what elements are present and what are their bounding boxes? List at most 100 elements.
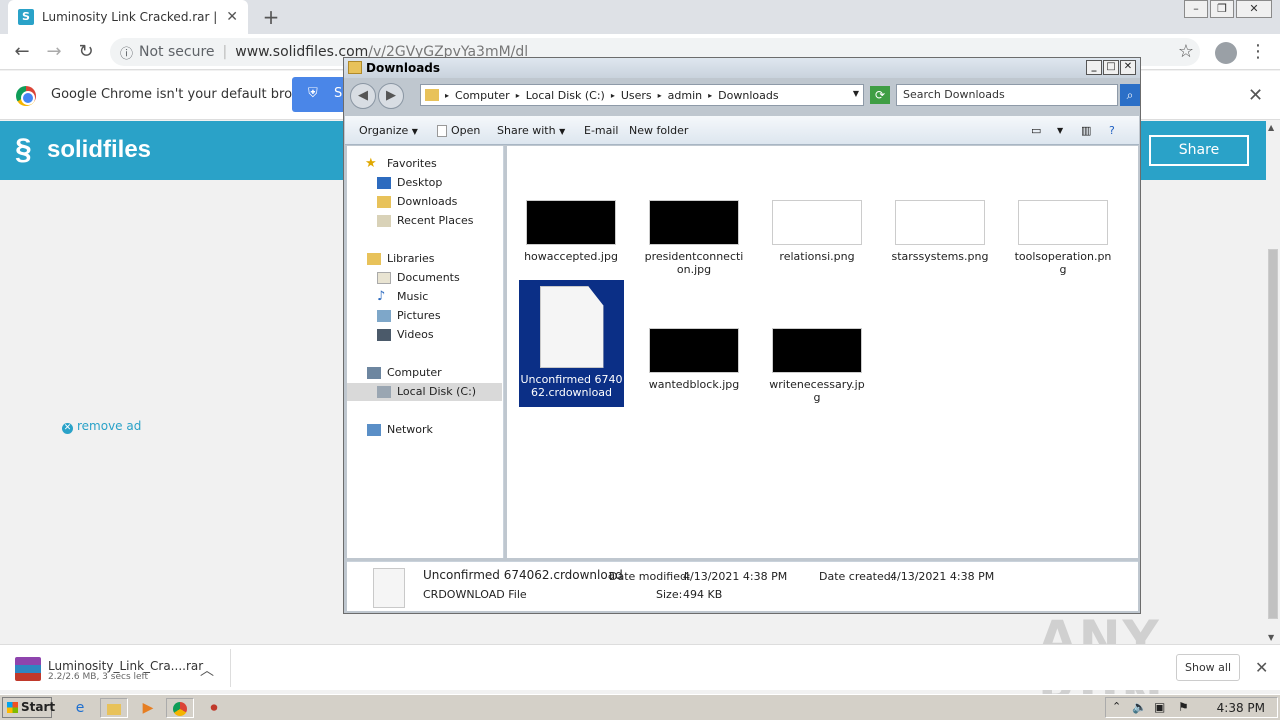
network-icon[interactable]: ▣ [1154, 700, 1165, 714]
search-icon[interactable]: ⌕ [1120, 84, 1140, 106]
pictures-icon [377, 310, 391, 322]
tab-close-icon[interactable]: ✕ [226, 9, 238, 25]
image-thumbnail [649, 328, 739, 373]
nav-network[interactable]: Network [347, 421, 502, 439]
winrar-archive-icon [15, 657, 41, 681]
refresh-icon[interactable]: ⟳ [870, 86, 890, 104]
menu-kebab-icon[interactable]: ⋮ [1248, 42, 1268, 62]
info-icon[interactable]: ⓘ [120, 43, 133, 62]
infobar-close-icon[interactable]: ✕ [1248, 85, 1263, 106]
documents-icon [377, 272, 391, 284]
nav-computer[interactable]: Computer [347, 364, 502, 382]
view-icon[interactable]: ▭ [1031, 124, 1041, 137]
ie-icon[interactable]: e [66, 698, 94, 718]
back-icon[interactable]: ← [12, 42, 32, 62]
breadcrumb-arrow-icon[interactable]: ▸ [611, 91, 615, 100]
flag-icon[interactable]: ⚑ [1178, 700, 1189, 714]
profile-avatar-icon[interactable] [1215, 42, 1237, 64]
nav-music[interactable]: ♪ Music [347, 288, 502, 306]
browser-tab[interactable]: S Luminosity Link Cracked.rar | Solidfil… [8, 0, 248, 34]
close-window-button[interactable]: ✕ [1236, 0, 1272, 18]
bookmark-star-icon[interactable]: ☆ [1176, 42, 1196, 62]
explorer-close-button[interactable]: ✕ [1120, 60, 1136, 75]
nav-documents[interactable]: Documents [347, 269, 502, 287]
breadcrumb-arrow-icon[interactable]: ▸ [708, 91, 712, 100]
file-name: writenecessary.jpg [769, 378, 865, 404]
nav-videos[interactable]: Videos [347, 326, 502, 344]
help-icon[interactable]: ? [1109, 124, 1115, 137]
file-item[interactable]: writenecessary.jpg [767, 328, 867, 404]
image-thumbnail [649, 200, 739, 245]
show-all-button[interactable]: Show all [1176, 654, 1240, 681]
shield-icon: ⛨ [308, 86, 318, 101]
organize-button[interactable]: Organize ▼ [359, 124, 418, 137]
chrome-taskbar-icon[interactable] [166, 698, 194, 718]
new-folder-button[interactable]: New folder [629, 124, 688, 137]
explorer-forward-icon[interactable]: ▶ [378, 83, 404, 109]
breadcrumb-arrow-icon[interactable]: ▸ [658, 91, 662, 100]
nav-recent-places[interactable]: Recent Places [347, 212, 502, 230]
explorer-minimize-button[interactable]: _ [1086, 60, 1102, 75]
share-with-button[interactable]: Share with ▼ [497, 124, 565, 137]
scrollbar-thumb[interactable] [1268, 249, 1278, 619]
details-file-type: CRDOWNLOAD File [423, 588, 527, 601]
view-dropdown-icon[interactable]: ▼ [1057, 126, 1063, 135]
breadcrumb-downloads[interactable]: Downloads [718, 89, 778, 102]
breadcrumb-arrow-icon[interactable]: ▸ [445, 91, 449, 100]
page-scrollbar[interactable]: ▲ ▼ [1266, 121, 1280, 644]
nav-label: Pictures [397, 309, 441, 322]
site-logo[interactable]: § solidfiles [15, 133, 151, 167]
command-bar: Organize ▼ Open Share with ▼ E-mail New … [345, 116, 1139, 145]
remove-ad-label: remove ad [77, 419, 142, 433]
breadcrumb-local-disk[interactable]: Local Disk (C:) [526, 89, 605, 102]
file-item[interactable]: starssystems.png [890, 200, 990, 263]
nav-local-disk[interactable]: Local Disk (C:) [347, 383, 502, 401]
stop-icon[interactable]: ⏺ [200, 698, 228, 718]
nav-label: Recent Places [397, 214, 474, 227]
file-item[interactable]: howaccepted.jpg [521, 200, 621, 263]
new-tab-button[interactable]: + [260, 6, 282, 28]
chevron-up-icon[interactable]: ︿ [200, 660, 214, 680]
email-button[interactable]: E-mail [584, 124, 619, 137]
breadcrumb[interactable]: ▸ Computer ▸ Local Disk (C:) ▸ Users ▸ a… [420, 84, 864, 106]
nav-desktop[interactable]: Desktop [347, 174, 502, 192]
open-button[interactable]: Open [437, 124, 480, 137]
tray-expand-icon[interactable]: ⌃ [1112, 700, 1121, 713]
explorer-titlebar[interactable]: Downloads _ □ ✕ [344, 58, 1140, 78]
file-item[interactable]: toolsoperation.png [1013, 200, 1113, 276]
nav-label: Libraries [387, 252, 435, 265]
explorer-window: Downloads _ □ ✕ ◀ ▶ ▸ Computer ▸ Local D… [343, 57, 1141, 614]
file-item[interactable]: presidentconnection.jpg [644, 200, 744, 276]
remove-ad-link[interactable]: ✕ remove ad [62, 419, 141, 434]
download-file-name[interactable]: Luminosity_Link_Cra....rar [48, 659, 203, 673]
preview-pane-icon[interactable]: ▥ [1081, 124, 1091, 137]
minimize-button[interactable]: – [1184, 0, 1208, 18]
file-item-selected[interactable]: Unconfirmed 674062.crdownload [519, 280, 624, 407]
forward-icon[interactable]: → [44, 42, 64, 62]
breadcrumb-computer[interactable]: Computer [455, 89, 510, 102]
start-button[interactable]: Start [2, 697, 55, 718]
share-button[interactable]: Share [1149, 135, 1249, 166]
restore-button[interactable]: ❐ [1210, 0, 1234, 18]
document-icon [539, 286, 604, 368]
search-input[interactable]: Search Downloads [896, 84, 1118, 106]
reload-icon[interactable]: ↻ [76, 42, 96, 62]
nav-pictures[interactable]: Pictures [347, 307, 502, 325]
chevron-down-icon[interactable]: ▼ [853, 89, 859, 98]
file-item[interactable]: wantedblock.jpg [644, 328, 744, 391]
file-item[interactable]: relationsi.png [767, 200, 867, 263]
explorer-maximize-button[interactable]: □ [1103, 60, 1119, 75]
file-name: starssystems.png [891, 250, 989, 263]
breadcrumb-users[interactable]: Users [621, 89, 652, 102]
volume-icon[interactable]: 🔈 [1132, 700, 1147, 714]
nav-favorites[interactable]: ★ Favorites [347, 155, 502, 173]
explorer-back-icon[interactable]: ◀ [350, 83, 376, 109]
shelf-close-icon[interactable]: ✕ [1255, 658, 1268, 677]
scroll-up-icon[interactable]: ▲ [1268, 123, 1274, 132]
nav-libraries[interactable]: Libraries [347, 250, 502, 268]
nav-downloads[interactable]: Downloads [347, 193, 502, 211]
breadcrumb-admin[interactable]: admin [668, 89, 702, 102]
breadcrumb-arrow-icon[interactable]: ▸ [516, 91, 520, 100]
media-player-icon[interactable]: ▶ [134, 698, 162, 718]
explorer-taskbar-icon[interactable] [100, 698, 128, 718]
